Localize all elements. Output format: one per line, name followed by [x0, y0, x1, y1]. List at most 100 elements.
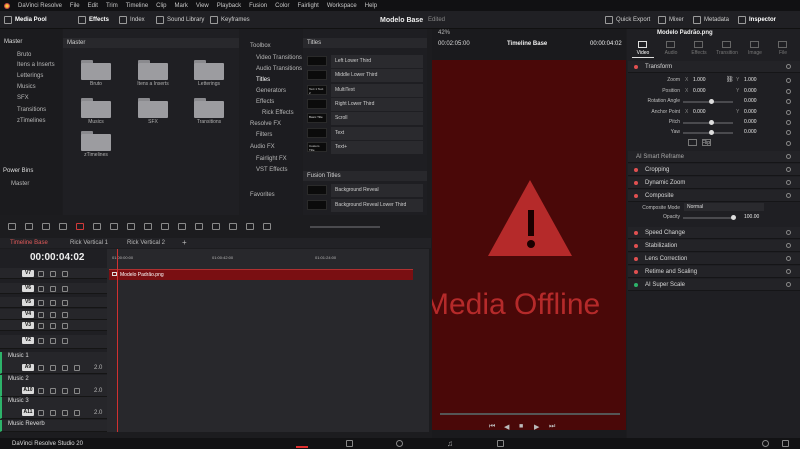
menu-trim[interactable]: Trim: [106, 3, 118, 9]
menu-file[interactable]: File: [70, 3, 80, 9]
folder-icon[interactable]: [81, 131, 111, 151]
title-item[interactable]: Right Lower Third: [331, 98, 423, 111]
inspector-tab-label[interactable]: Video: [632, 50, 654, 56]
track-toggle-icon[interactable]: [62, 271, 68, 277]
inspector-tab-label[interactable]: Transition: [716, 50, 738, 56]
reset-icon[interactable]: [786, 243, 791, 248]
reset-icon[interactable]: [786, 78, 791, 83]
power-bin-master[interactable]: Master: [11, 181, 29, 187]
menu-timeline[interactable]: Timeline: [126, 3, 148, 9]
effects-tree-item[interactable]: Filters: [256, 132, 272, 138]
effects-tree-item[interactable]: Titles: [256, 77, 270, 83]
section-enable-toggle[interactable]: [634, 283, 638, 287]
inspector-tab-icon[interactable]: [694, 41, 703, 48]
reset-icon[interactable]: [786, 141, 791, 146]
viewer-timeline-name[interactable]: Timeline Base: [507, 41, 547, 47]
track-toggle-icon[interactable]: [62, 300, 68, 306]
bin-item[interactable]: Itens a Inserts: [17, 62, 55, 68]
effects-tree-item[interactable]: Effects: [256, 99, 274, 105]
timeline-zoom-slider[interactable]: [310, 226, 380, 228]
section-enable-toggle[interactable]: [634, 231, 638, 235]
bin-item[interactable]: zTimelines: [17, 118, 45, 124]
transport-control-icon[interactable]: ⏮: [489, 423, 495, 431]
menu-clip[interactable]: Clip: [156, 3, 166, 9]
timeline-tool-icon[interactable]: [93, 223, 101, 230]
reset-icon[interactable]: [786, 269, 791, 274]
home-icon[interactable]: [782, 440, 789, 447]
timeline-tool-icon[interactable]: [127, 223, 135, 230]
reset-icon[interactable]: [786, 99, 791, 104]
audio-track-toggle-icon[interactable]: [62, 365, 68, 371]
quick-export-button[interactable]: Quick Export: [605, 14, 650, 26]
video-clip[interactable]: Modelo Padrão.png: [109, 269, 413, 280]
audio-track-toggle-icon[interactable]: [38, 388, 44, 394]
effects-tree-item[interactable]: Toolbox: [250, 43, 271, 49]
property-value-y[interactable]: 1.000: [744, 77, 757, 83]
inspector-section[interactable]: Dynamic Zoom: [628, 177, 800, 189]
track-toggle-icon[interactable]: [62, 286, 68, 292]
inspector-tab-icon[interactable]: [638, 41, 647, 48]
link-icon[interactable]: ⛓: [726, 76, 734, 83]
property-value-x[interactable]: 1.000: [693, 77, 706, 83]
bin-item[interactable]: Letterings: [17, 73, 43, 79]
section-enable-toggle[interactable]: [634, 168, 638, 172]
menu-color[interactable]: Color: [275, 3, 289, 9]
tab-rick-vertical-2[interactable]: Rick Vertical 2: [127, 240, 165, 246]
index-button[interactable]: Index: [119, 14, 145, 26]
title-item[interactable]: Left Lower Third: [331, 55, 423, 68]
menu-edit[interactable]: Edit: [88, 3, 98, 9]
title-item[interactable]: Scroll: [331, 112, 423, 125]
inspector-tab-icon[interactable]: [778, 41, 787, 48]
composite-mode-dropdown[interactable]: Normal: [684, 203, 764, 211]
fusion-title-item[interactable]: Background Reveal Lower Third: [331, 199, 423, 212]
audio-track-toggle-icon[interactable]: [50, 410, 56, 416]
section-enable-toggle[interactable]: [634, 65, 638, 69]
app-menu[interactable]: DaVinci Resolve: [18, 3, 62, 9]
folder-icon[interactable]: [138, 98, 168, 118]
reset-icon[interactable]: [786, 282, 791, 287]
timeline-tool-icon[interactable]: [59, 223, 67, 230]
track-toggle-icon[interactable]: [38, 286, 44, 292]
fairlight-page-icon[interactable]: ♫: [447, 439, 453, 448]
timeline-tool-icon[interactable]: [76, 223, 84, 230]
menu-playback[interactable]: Playback: [217, 3, 241, 9]
add-tab-icon[interactable]: +: [182, 238, 187, 247]
reset-icon[interactable]: [786, 120, 791, 125]
section-enable-toggle[interactable]: [634, 257, 638, 261]
mixer-button[interactable]: Mixer: [658, 14, 684, 26]
inspector-button[interactable]: Inspector: [738, 14, 776, 26]
opacity-slider[interactable]: [683, 217, 733, 219]
reset-icon[interactable]: [786, 256, 791, 261]
track-toggle-icon[interactable]: [62, 312, 68, 318]
audio-track-toggle-icon[interactable]: [74, 388, 80, 394]
reset-icon[interactable]: [786, 193, 791, 198]
inspector-tab-label[interactable]: Effects: [688, 50, 710, 56]
track-toggle-icon[interactable]: [50, 312, 56, 318]
reset-icon[interactable]: [786, 167, 791, 172]
section-enable-toggle[interactable]: [634, 270, 638, 274]
timeline-tool-icon[interactable]: [42, 223, 50, 230]
effects-tree-item[interactable]: VST Effects: [256, 167, 287, 173]
timeline-tool-icon[interactable]: [229, 223, 237, 230]
menu-help[interactable]: Help: [365, 3, 377, 9]
opacity-value[interactable]: 100.00: [744, 214, 759, 220]
effects-tree-item[interactable]: Generators: [256, 88, 286, 94]
color-page-icon[interactable]: [396, 440, 403, 447]
folder-icon[interactable]: [81, 98, 111, 118]
reset-icon[interactable]: [786, 89, 791, 94]
inspector-tab-label[interactable]: Audio: [660, 50, 682, 56]
audio-track-toggle-icon[interactable]: [74, 365, 80, 371]
property-value-x[interactable]: 0.000: [693, 109, 706, 115]
track-toggle-icon[interactable]: [62, 323, 68, 329]
folder-icon[interactable]: [138, 60, 168, 80]
section-enable-toggle[interactable]: [634, 181, 638, 185]
effects-tree-item[interactable]: Fairlight FX: [256, 156, 287, 162]
inspector-section[interactable]: AI Smart Reframe: [628, 151, 800, 163]
audio-track-toggle-icon[interactable]: [62, 388, 68, 394]
track-toggle-icon[interactable]: [38, 323, 44, 329]
effects-tree-item[interactable]: Video Transitions: [256, 55, 302, 61]
inspector-section[interactable]: Speed Change: [628, 227, 800, 239]
viewer-scrubber[interactable]: [440, 413, 620, 415]
audio-track-toggle-icon[interactable]: [38, 410, 44, 416]
slider-knob[interactable]: [709, 99, 714, 104]
